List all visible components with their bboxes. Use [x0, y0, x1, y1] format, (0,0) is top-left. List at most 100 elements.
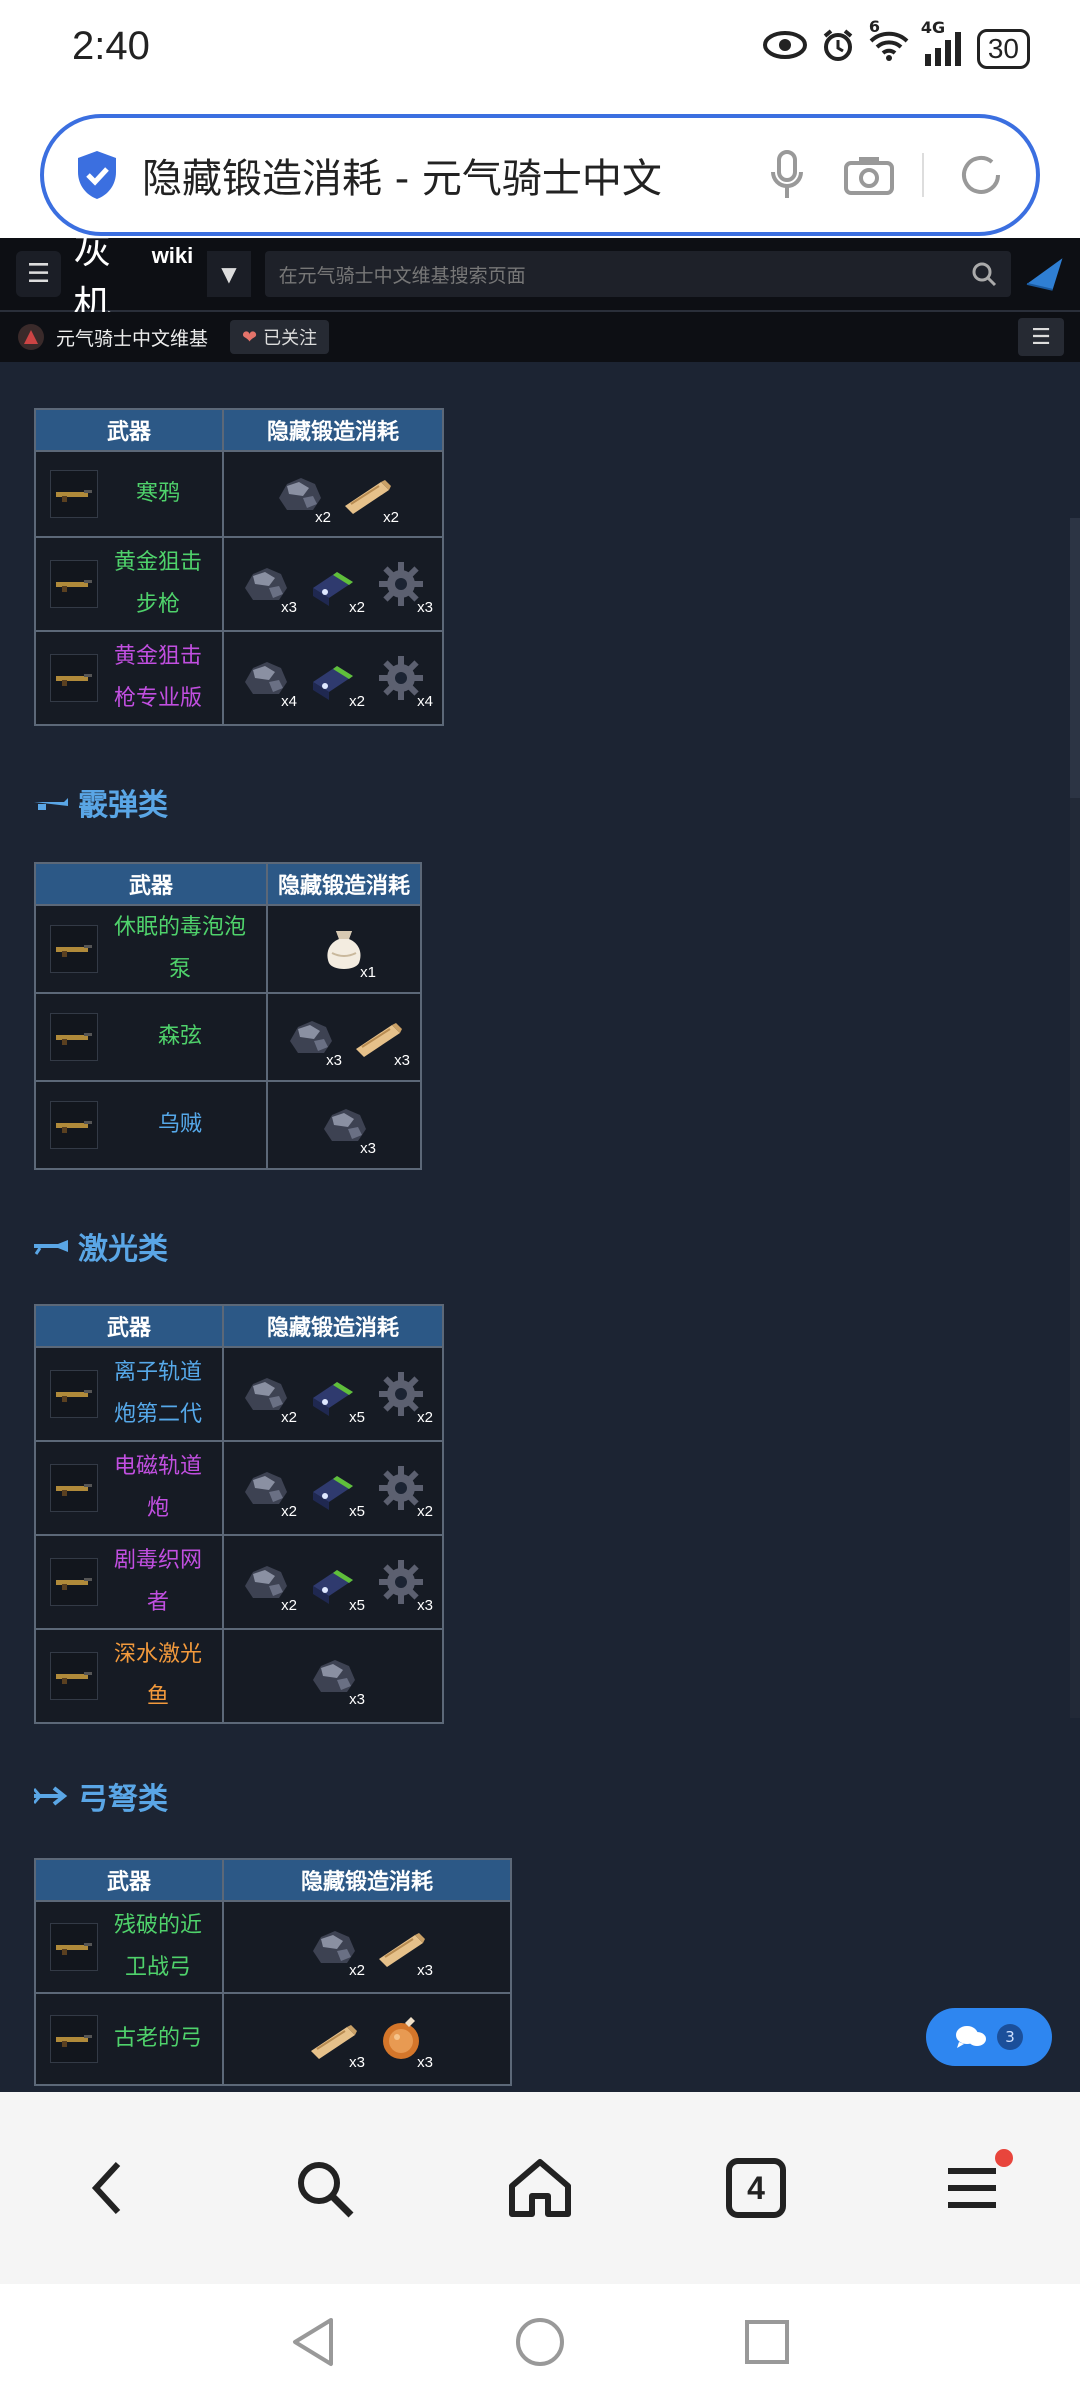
weapon-link[interactable]: 电磁轨道炮 [108, 1446, 208, 1530]
search-button[interactable] [279, 2143, 369, 2233]
gear-material-icon[interactable]: x2 [375, 1368, 433, 1426]
weapon-cell-inner: 休眠的毒泡泡泵 [36, 907, 266, 991]
col-header-cost: 隐藏锻造消耗 [222, 408, 444, 452]
material-count: x2 [315, 509, 331, 526]
weapon-icon[interactable] [50, 654, 98, 702]
material-count: x2 [349, 693, 365, 710]
nav-home-icon[interactable] [514, 2316, 566, 2368]
ore-material-icon[interactable]: x2 [239, 1368, 297, 1426]
material-list: x2 x2 [224, 468, 442, 526]
scrollbar-thumb[interactable] [1070, 518, 1080, 798]
bag-material-icon[interactable]: x1 [318, 923, 376, 981]
comments-button[interactable]: 3 [926, 2008, 1052, 2066]
section-heading-shotgun: 霰弹类 [34, 780, 168, 824]
laser-gun-icon [34, 1240, 68, 1255]
web-content[interactable]: ☰ 灰机 wiki ▼ 在元气骑士中文维基搜索页面 元气骑士中文维基 ❤ 已关注… [0, 238, 1080, 2092]
ore-material-icon[interactable]: x2 [239, 1556, 297, 1614]
weapon-cell: 休眠的毒泡泡泵 [34, 904, 268, 994]
site-dropdown-button[interactable]: ▼ [207, 251, 251, 297]
meat-material-icon[interactable]: x3 [375, 2013, 433, 2071]
ore-material-icon[interactable]: x2 [239, 1462, 297, 1520]
gear-material-icon[interactable]: x4 [375, 652, 433, 710]
gear-material-icon[interactable]: x3 [375, 1556, 433, 1614]
nav-recents-icon[interactable] [743, 2318, 791, 2366]
menu-button[interactable]: ☰ [16, 251, 62, 297]
weapon-link[interactable]: 残破的近卫战弓 [108, 1905, 208, 1989]
battery-material-icon[interactable]: x2 [307, 652, 365, 710]
chevron-down-icon: ▼ [221, 262, 237, 286]
weapon-link[interactable]: 离子轨道炮第二代 [108, 1352, 208, 1436]
weapon-icon[interactable] [50, 1923, 98, 1971]
ore-material-icon[interactable]: x3 [284, 1011, 342, 1069]
ore-material-icon[interactable]: x3 [307, 1650, 365, 1708]
weapon-icon[interactable] [50, 1652, 98, 1700]
site-avatar-icon[interactable] [16, 322, 46, 352]
weapon-link[interactable]: 黄金狙击步枪 [108, 542, 208, 626]
ore-material-icon[interactable]: x3 [239, 558, 297, 616]
weapon-cell-inner: 电磁轨道炮 [36, 1446, 222, 1530]
material-list: x3 x3 [224, 2013, 510, 2071]
weapon-icon[interactable] [50, 470, 98, 518]
menu-button[interactable] [927, 2143, 1017, 2233]
shield-icon [78, 151, 116, 199]
weapon-icon[interactable] [50, 1370, 98, 1418]
weapon-link[interactable]: 剧毒织网者 [108, 1540, 208, 1624]
wood-material-icon[interactable]: x2 [341, 468, 399, 526]
weapon-cell: 黄金狙击枪专业版 [34, 630, 224, 726]
chevron-left-icon [91, 2161, 121, 2215]
weapon-link[interactable]: 黄金狙击枪专业版 [108, 636, 208, 720]
paper-plane-icon[interactable] [1025, 254, 1064, 294]
toc-button[interactable]: ☰ [1018, 318, 1064, 356]
battery-material-icon[interactable]: x5 [307, 1462, 365, 1520]
weapon-icon[interactable] [50, 1464, 98, 1512]
weapon-icon[interactable] [50, 1013, 98, 1061]
site-name[interactable]: 元气骑士中文维基 [56, 324, 208, 351]
weapon-cell-inner: 森弦 [36, 1013, 266, 1061]
camera-icon[interactable] [844, 150, 894, 200]
weapon-cell-inner: 古老的弓 [36, 2015, 222, 2063]
home-button[interactable] [495, 2143, 585, 2233]
cost-cell: x2 x5 x2 [222, 1346, 444, 1442]
ore-material-icon[interactable]: x4 [239, 652, 297, 710]
gear-material-icon[interactable]: x3 [375, 558, 433, 616]
wood-material-icon[interactable]: x3 [307, 2013, 365, 2071]
cost-cell: x1 [266, 904, 422, 994]
gear-material-icon[interactable]: x2 [375, 1462, 433, 1520]
weapon-link[interactable]: 乌贼 [108, 1104, 252, 1146]
weapon-icon[interactable] [50, 1558, 98, 1606]
weapon-link[interactable]: 休眠的毒泡泡泵 [108, 907, 252, 991]
wiki-search-input[interactable]: 在元气骑士中文维基搜索页面 [264, 251, 1011, 297]
nav-back-icon[interactable] [289, 2316, 337, 2368]
table-row: 黄金狙击枪专业版 x4 x2 x4 [34, 630, 444, 726]
reload-icon[interactable] [956, 150, 1006, 200]
weapon-icon[interactable] [50, 2015, 98, 2063]
battery-material-icon[interactable]: x2 [307, 558, 365, 616]
weapon-link[interactable]: 深水激光鱼 [108, 1634, 208, 1718]
follow-button[interactable]: ❤ 已关注 [230, 320, 330, 354]
ore-material-icon[interactable]: x2 [273, 468, 331, 526]
weapon-link[interactable]: 古老的弓 [108, 2018, 208, 2060]
wifi-icon: 6 [869, 17, 909, 69]
battery-material-icon[interactable]: x5 [307, 1368, 365, 1426]
weapon-link[interactable]: 森弦 [108, 1016, 252, 1058]
weapon-icon[interactable] [50, 560, 98, 608]
ore-material-icon[interactable]: x3 [318, 1099, 376, 1157]
url-text[interactable]: 隐藏锻造消耗 - 元气骑士中文 [142, 146, 730, 204]
weapon-link[interactable]: 寒鸦 [108, 473, 208, 515]
tabs-button[interactable]: 4 [711, 2143, 801, 2233]
weapon-icon[interactable] [50, 925, 98, 973]
microphone-icon[interactable] [762, 150, 812, 200]
cost-cell: x4 x2 x4 [222, 630, 444, 726]
back-button[interactable] [63, 2143, 153, 2233]
cost-cell: x3 [222, 1628, 444, 1724]
battery-material-icon[interactable]: x5 [307, 1556, 365, 1614]
wood-material-icon[interactable]: x3 [375, 1921, 433, 1979]
hamburger-icon [948, 2168, 996, 2208]
search-icon[interactable] [971, 261, 997, 287]
weapon-icon[interactable] [50, 1101, 98, 1149]
table-row: 古老的弓 x3 x3 [34, 1992, 512, 2086]
address-bar[interactable]: 隐藏锻造消耗 - 元气骑士中文 [40, 114, 1040, 236]
wood-material-icon[interactable]: x3 [352, 1011, 410, 1069]
ore-material-icon[interactable]: x2 [307, 1921, 365, 1979]
cell-signal-icon: 4G [921, 18, 963, 66]
